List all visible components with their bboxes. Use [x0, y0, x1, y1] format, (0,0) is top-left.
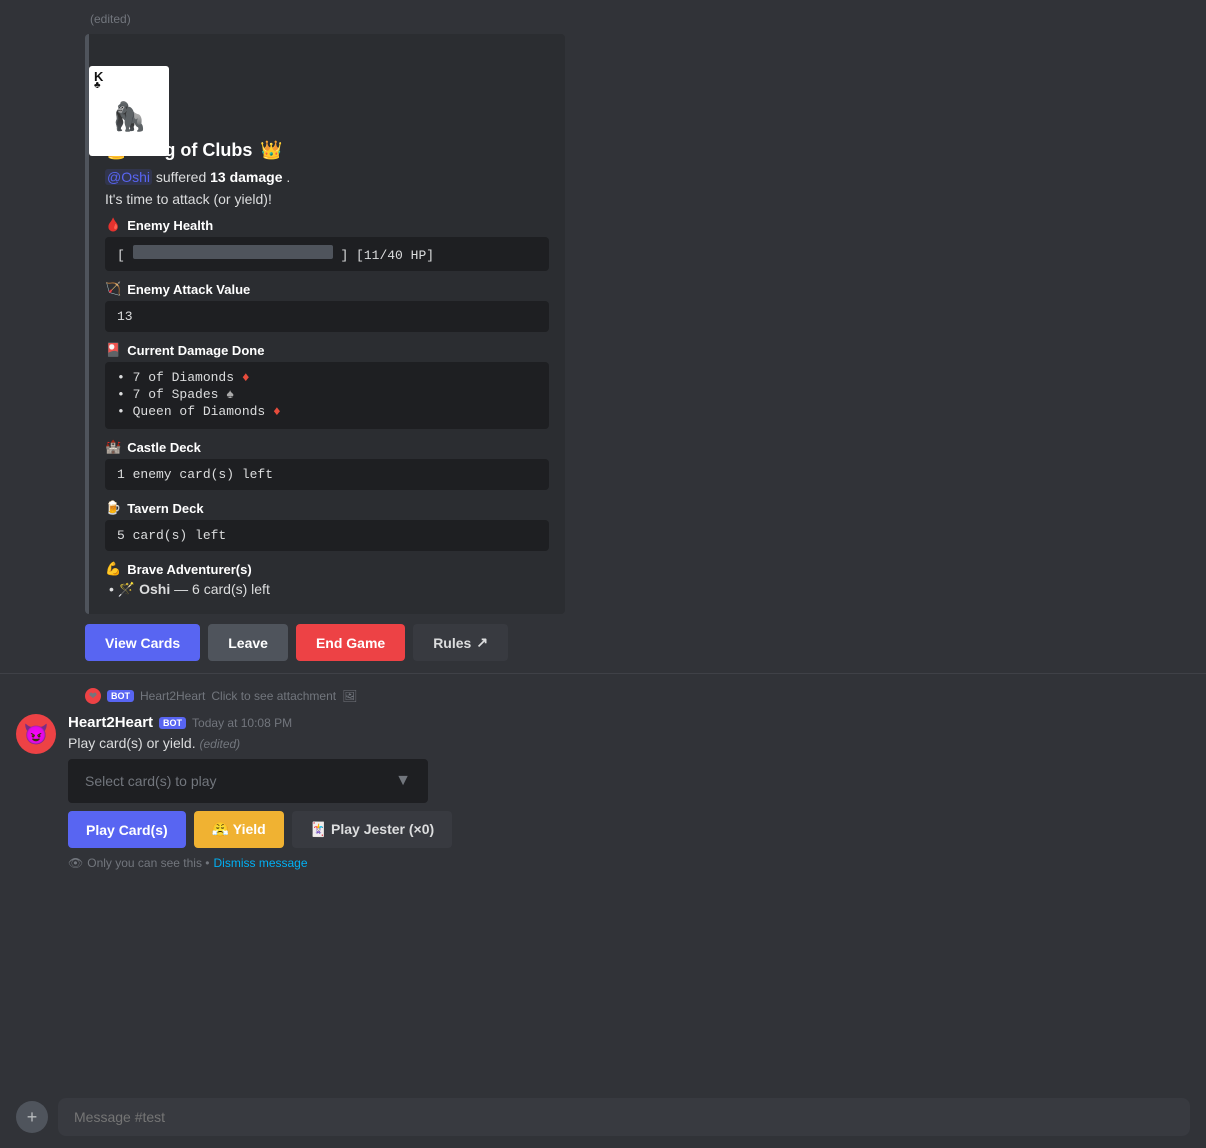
- adventurer-name: Oshi: [139, 581, 170, 597]
- visibility-text: Only you can see this •: [87, 856, 209, 870]
- image-icon: 🖼: [342, 689, 357, 703]
- bot-badge: BOT: [159, 717, 186, 729]
- adventurer-icon: 💪: [105, 561, 121, 577]
- hp-bracket-open: [: [117, 248, 125, 263]
- hp-text: ] [11/40 HP]: [340, 248, 434, 263]
- edited-label: (edited): [0, 4, 1206, 30]
- avatar-emoji: 😈: [24, 722, 49, 747]
- embed-title-row: 👑 King of Clubs 👑: [105, 140, 549, 161]
- king-card-thumbnail: 🦍: [89, 66, 169, 156]
- bot-avatar: 😈: [16, 714, 56, 754]
- enemy-health-text: Enemy Health: [127, 218, 213, 233]
- adventurer-wand-icon: • 🪄: [109, 581, 139, 597]
- hp-bar: [133, 245, 333, 259]
- current-damage-label: 🎴 Current Damage Done: [105, 342, 549, 358]
- chevron-down-icon: ▼: [395, 772, 411, 790]
- eye-icon: 👁: [68, 856, 83, 870]
- card-name-3: Queen of Diamonds: [133, 404, 273, 419]
- second-message-row: 😈 Heart2Heart BOT Today at 10:08 PM Play…: [0, 706, 1206, 878]
- list-item: Queen of Diamonds ♦: [117, 404, 537, 419]
- message-edited: (edited): [199, 737, 240, 751]
- bot-small-avatar: ❤: [85, 688, 101, 704]
- enemy-attack-value: 13: [105, 301, 549, 332]
- enemy-attack-text: Enemy Attack Value: [127, 282, 250, 297]
- rules-label: Rules: [433, 635, 471, 651]
- play-jester-button[interactable]: 🃏 Play Jester (×0): [292, 811, 452, 848]
- card-name-2: 7 of Spades: [133, 387, 227, 402]
- castle-deck-value: 1 enemy card(s) left: [105, 459, 549, 490]
- damage-list: 7 of Diamonds ♦ 7 of Spades ♠ Queen of D…: [117, 370, 537, 419]
- damage-amount: 13 damage: [210, 169, 282, 185]
- play-cards-button[interactable]: Play Card(s): [68, 811, 186, 848]
- card-select-dropdown[interactable]: Select card(s) to play ▼: [68, 759, 428, 803]
- player-mention: @Oshi: [105, 169, 152, 185]
- brave-adventurers-label: 💪 Brave Adventurer(s): [105, 561, 549, 577]
- action-buttons-row: View Cards Leave End Game Rules ↗: [85, 624, 1206, 661]
- play-action-buttons: Play Card(s) 😤 Yield 🃏 Play Jester (×0): [68, 811, 1190, 848]
- tavern-icon: 🍺: [105, 500, 121, 516]
- diamond-suit-3: ♦: [273, 404, 281, 419]
- card-name-1: 7 of Diamonds: [133, 370, 242, 385]
- view-cards-button[interactable]: View Cards: [85, 624, 200, 661]
- current-damage-block: 7 of Diamonds ♦ 7 of Spades ♠ Queen of D…: [105, 362, 549, 429]
- message-content: Heart2Heart BOT Today at 10:08 PM Play c…: [68, 714, 1190, 870]
- tavern-deck-value: 5 card(s) left: [105, 520, 549, 551]
- external-link-icon: ↗: [476, 634, 488, 651]
- attack-icon: 🏹: [105, 281, 121, 297]
- enemy-attack-label: 🏹 Enemy Attack Value: [105, 281, 549, 297]
- castle-icon: 🏰: [105, 439, 121, 455]
- castle-deck-label: 🏰 Castle Deck: [105, 439, 549, 455]
- health-icon: 🩸: [105, 217, 121, 233]
- select-placeholder: Select card(s) to play: [85, 773, 217, 789]
- damage-verb: suffered: [156, 169, 210, 185]
- yield-button[interactable]: 😤 Yield: [194, 811, 284, 848]
- card-art-figure: 🦍: [112, 100, 147, 133]
- diamond-suit-1: ♦: [242, 370, 250, 385]
- end-game-button[interactable]: End Game: [296, 624, 405, 661]
- message-header: Heart2Heart BOT Today at 10:08 PM: [68, 714, 1190, 731]
- tavern-deck-text: Tavern Deck: [127, 501, 203, 516]
- message-input-area: +: [0, 1086, 1206, 1148]
- message-main-text: Play card(s) or yield.: [68, 735, 196, 751]
- click-attachment: Click to see attachment: [211, 689, 336, 703]
- bot-username: Heart2Heart: [68, 714, 153, 731]
- adventurers-list: • 🪄 Oshi — 6 card(s) left: [105, 581, 549, 598]
- current-damage-text: Current Damage Done: [127, 343, 264, 358]
- enemy-health-label: 🩸 Enemy Health: [105, 217, 549, 233]
- enemy-health-bar-block: [ ] [11/40 HP]: [105, 237, 549, 271]
- add-attachment-button[interactable]: +: [16, 1101, 48, 1133]
- game-embed: 🦍 👑 King of Clubs 👑 @Oshi suffered 13 da…: [85, 34, 565, 614]
- tavern-deck-label: 🍺 Tavern Deck: [105, 500, 549, 516]
- message-input[interactable]: [58, 1098, 1190, 1136]
- bot-name-header: Heart2Heart: [140, 689, 205, 703]
- visibility-note: 👁 Only you can see this • Dismiss messag…: [68, 856, 1190, 870]
- bot-badge-header: BOT: [107, 690, 134, 702]
- message-timestamp: Today at 10:08 PM: [192, 716, 292, 730]
- separator: [0, 673, 1206, 674]
- list-item: 7 of Diamonds ♦: [117, 370, 537, 385]
- message-text: Play card(s) or yield. (edited): [68, 735, 1190, 751]
- brave-adventurers-text: Brave Adventurer(s): [127, 562, 252, 577]
- dismiss-link[interactable]: Dismiss message: [214, 856, 308, 870]
- spade-suit-2: ♠: [226, 387, 234, 402]
- list-item: 7 of Spades ♠: [117, 387, 537, 402]
- adventurer-dash: — 6 card(s) left: [174, 581, 270, 597]
- attack-prompt: It's time to attack (or yield)!: [105, 191, 549, 207]
- castle-deck-text: Castle Deck: [127, 440, 201, 455]
- damage-icon: 🎴: [105, 342, 121, 358]
- bot-header-row: ❤ BOT Heart2Heart Click to see attachmen…: [0, 686, 1206, 706]
- rules-button[interactable]: Rules ↗: [413, 624, 508, 661]
- leave-button[interactable]: Leave: [208, 624, 288, 661]
- damage-line: @Oshi suffered 13 damage .: [105, 169, 549, 185]
- crown-right-icon: 👑: [260, 140, 282, 161]
- damage-period: .: [286, 169, 290, 185]
